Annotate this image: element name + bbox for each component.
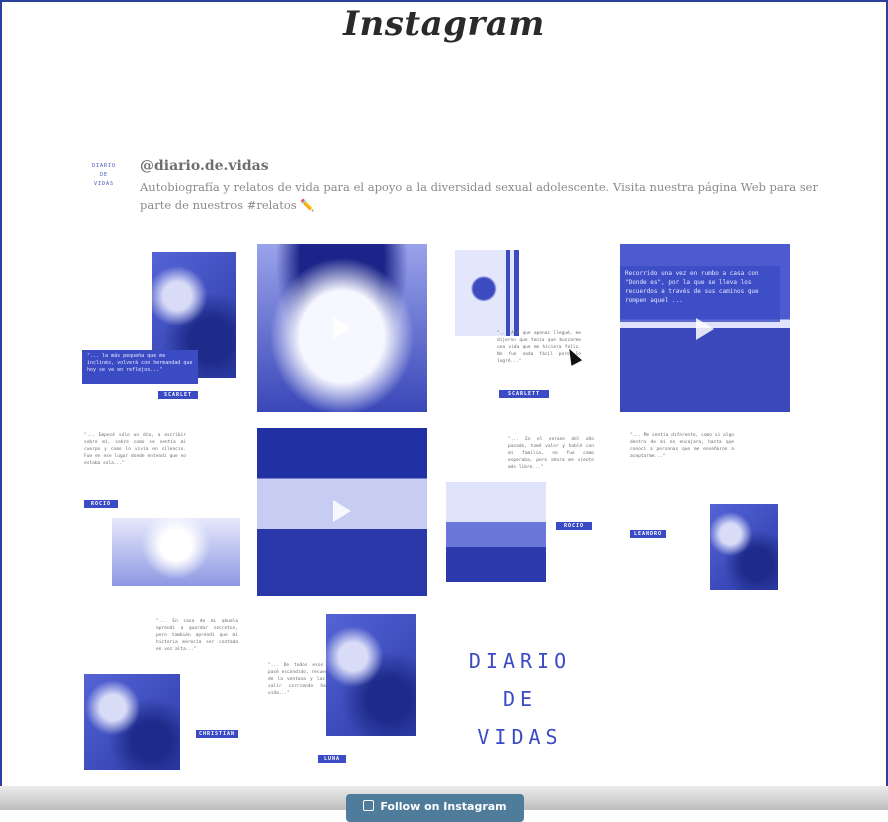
post-tile[interactable]: "... Empecé sólo un día, a escribir sobr… (84, 430, 240, 588)
post-tile[interactable]: "... la más pequeña que me inclinés, vol… (82, 252, 236, 402)
follow-button-label: Follow on Instagram (380, 800, 507, 813)
play-icon[interactable] (696, 318, 714, 340)
instagram-icon (363, 800, 375, 811)
post-banner: Recorrido una vez en rumbo a casa con "D… (620, 266, 780, 322)
brand-wordmark-tile[interactable]: DIARIO DE VIDAS (446, 642, 594, 756)
play-icon[interactable] (333, 500, 351, 522)
brand-line: DIARIO (468, 649, 572, 673)
post-tile[interactable]: "... De todos esos días que pasé escondi… (268, 612, 418, 768)
post-image (710, 504, 778, 590)
post-image (455, 250, 519, 336)
post-tile[interactable]: Recorrido una vez en rumbo a casa con "D… (620, 244, 790, 412)
post-quote: "... Empecé sólo un día, a escribir sobr… (84, 433, 186, 466)
post-image (446, 482, 546, 582)
post-name-tag: ROCIO (84, 500, 118, 508)
post-name-tag: SCARLETT (499, 390, 549, 398)
post-image (84, 674, 180, 770)
brand-line: DE (502, 687, 538, 711)
post-banner: "... la más pequeña que me inclinés, vol… (82, 350, 198, 384)
post-name-tag: SCARLET (158, 391, 198, 399)
post-tile[interactable] (257, 428, 427, 596)
post-name-tag: LUNA (318, 755, 346, 763)
post-tile[interactable]: "... Me sentía diferente, como si algo d… (630, 432, 780, 592)
post-name-tag: ROCIO (556, 522, 592, 530)
post-tile[interactable]: "... En el verano del año pasado, tomé v… (446, 436, 596, 584)
post-name-tag: LEANDRO (630, 530, 666, 538)
post-image (112, 518, 240, 586)
post-name-tag: CHRISTIAN (196, 730, 238, 738)
post-tile[interactable]: "... En casa de mi abuela aprendí a guar… (84, 618, 240, 772)
post-image (326, 614, 416, 736)
post-tile[interactable]: "... Así que apenas llegué, me dijeron q… (455, 250, 585, 400)
post-grid: "... la más pequeña que me inclinés, vol… (0, 0, 888, 810)
follow-on-instagram-button[interactable]: Follow on Instagram (346, 794, 524, 822)
play-icon[interactable] (333, 317, 351, 339)
post-tile[interactable] (257, 244, 427, 412)
brand-line: VIDAS (477, 725, 563, 749)
